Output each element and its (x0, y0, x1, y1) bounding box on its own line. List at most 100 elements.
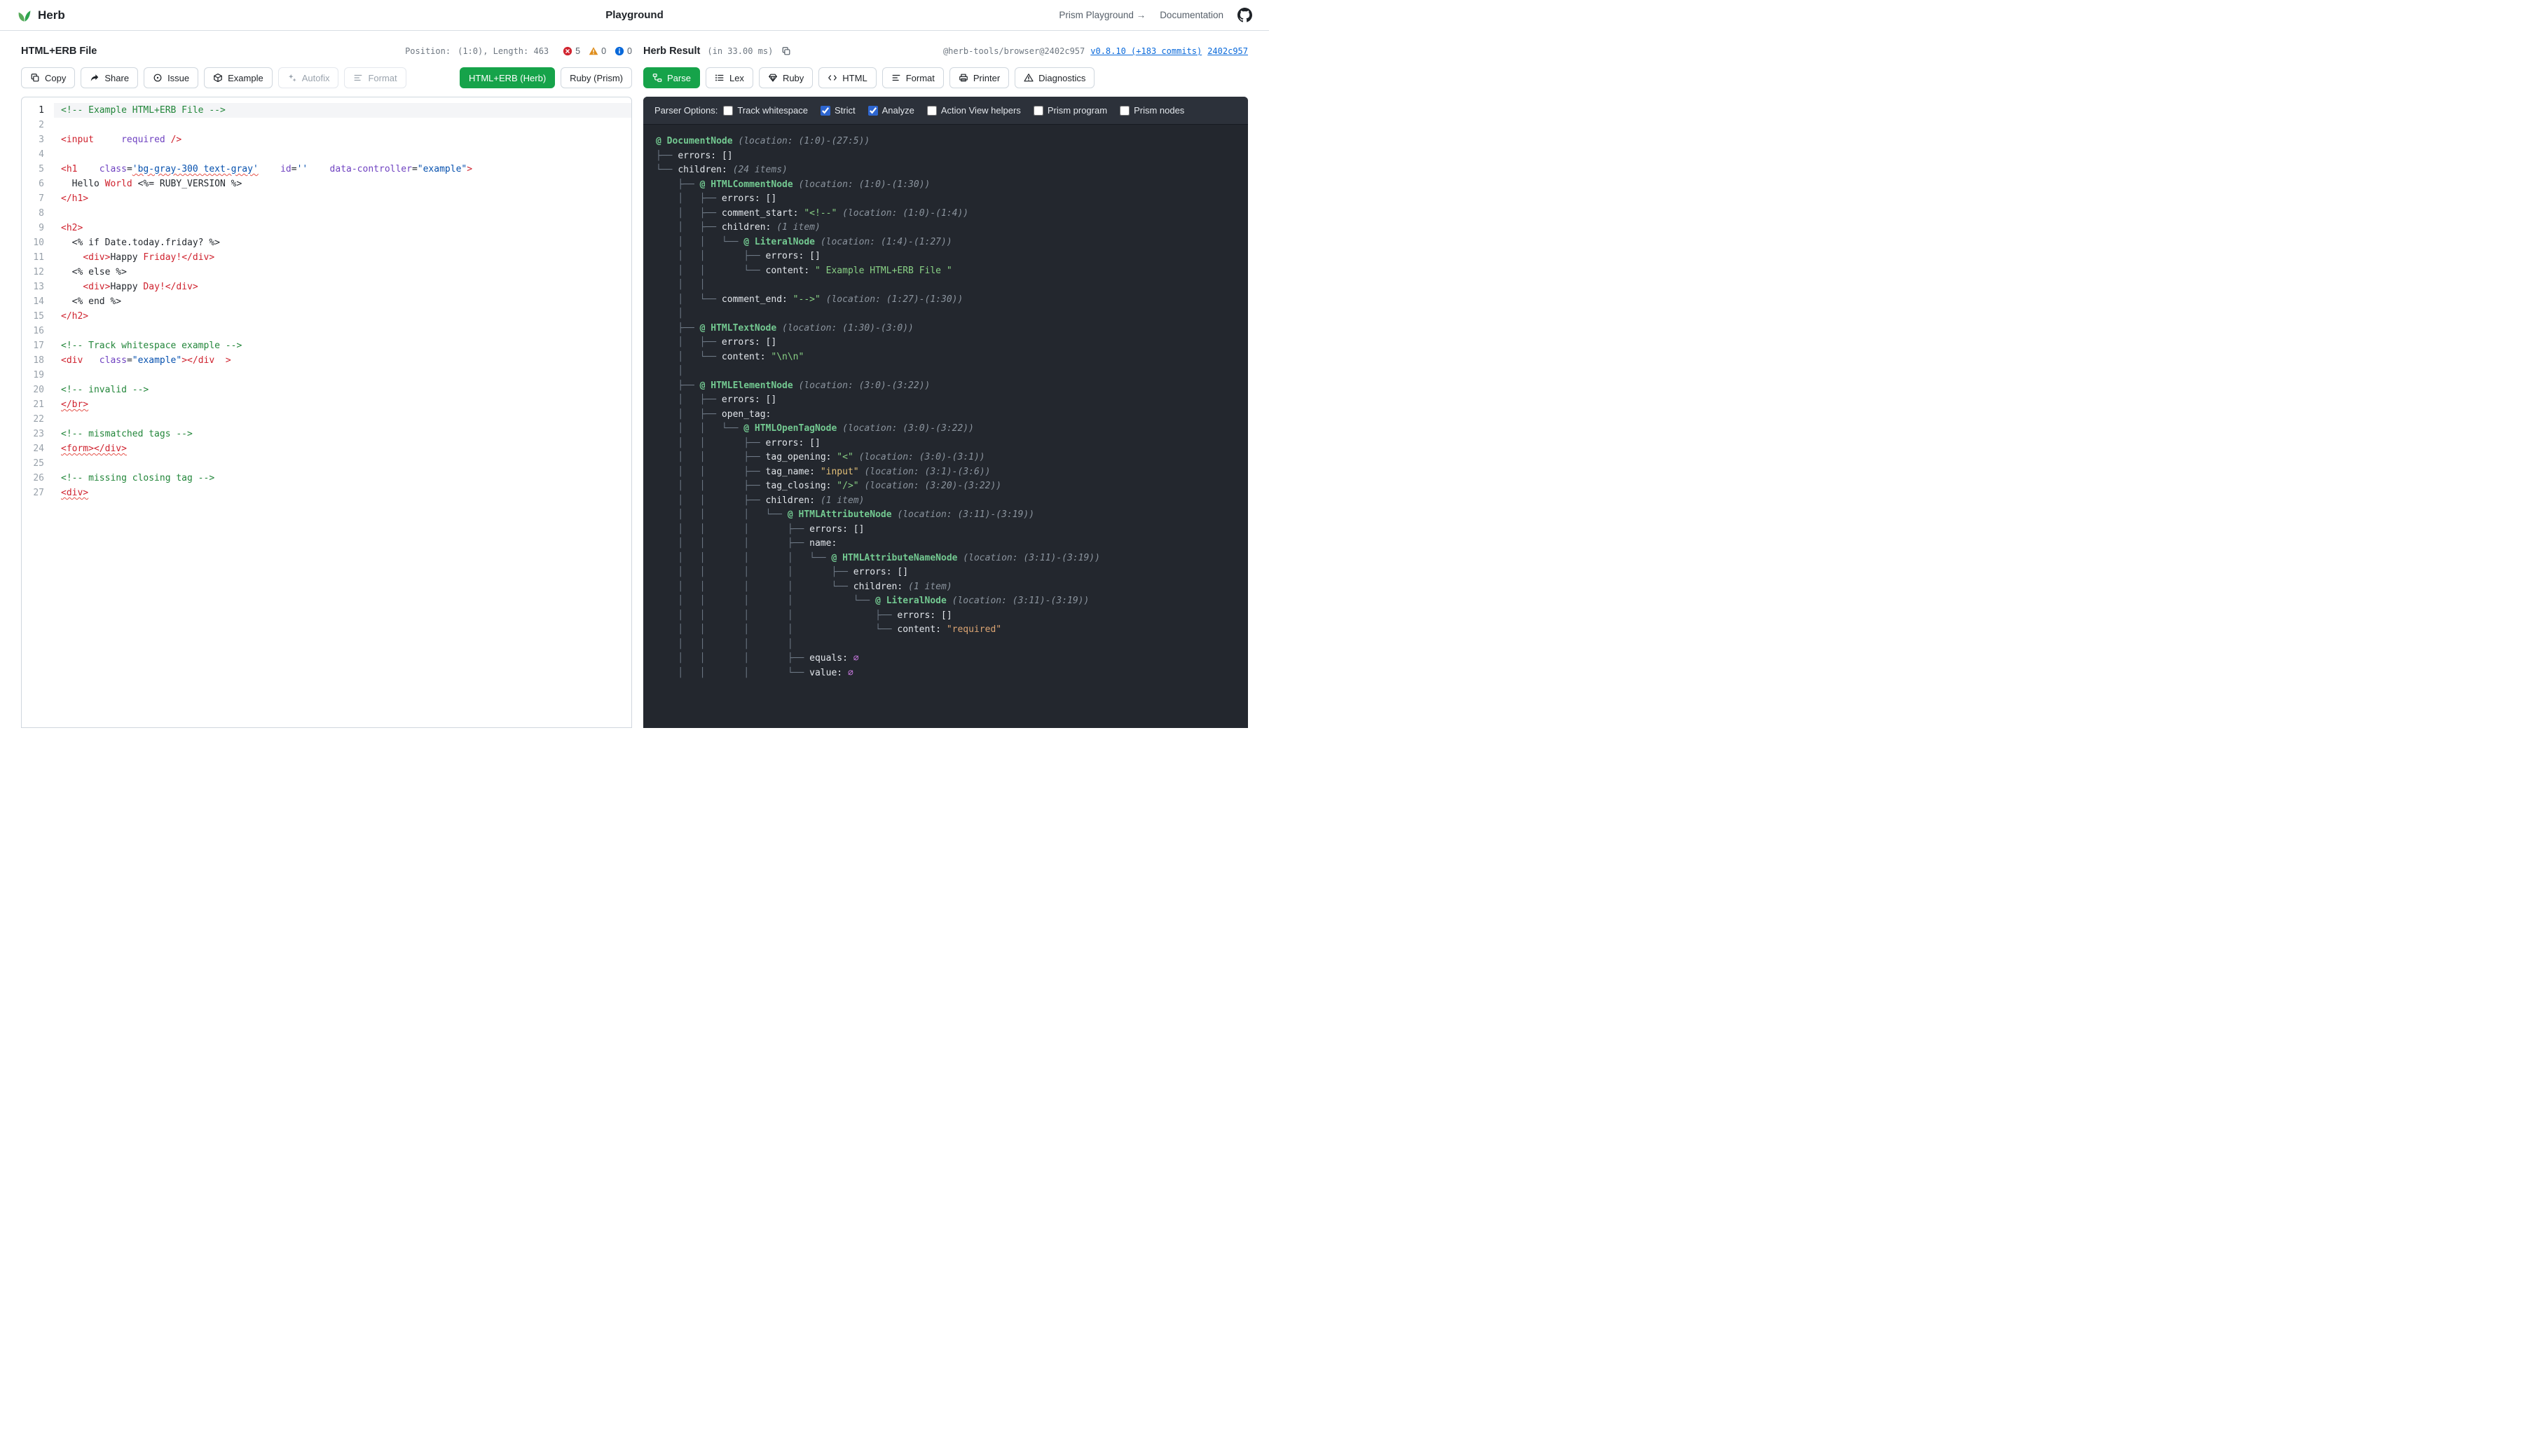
mode-html-erb-herb-button[interactable]: HTML+ERB (Herb) (460, 67, 555, 88)
code-line[interactable]: </br> (54, 397, 631, 412)
code-line[interactable]: <h1 class='bg-gray-300 text-gray' id='' … (54, 162, 631, 177)
tree-line: @ DocumentNode (location: (1:0)-(27:5)) (656, 135, 1235, 149)
parser-option-checkbox[interactable] (1034, 106, 1043, 116)
ruby-button[interactable]: Ruby (759, 67, 813, 88)
parser-option-strict[interactable]: Strict (821, 105, 856, 116)
code-line[interactable]: Hello World <%= RUBY_VERSION %> (54, 177, 631, 191)
parser-option-checkbox[interactable] (1120, 106, 1130, 116)
code-line[interactable] (54, 118, 631, 132)
tree-line: │ ├── comment_start: "<!--" (location: (… (656, 207, 1235, 221)
parse-button[interactable]: Parse (643, 67, 700, 88)
html-button[interactable]: HTML (818, 67, 876, 88)
parser-option-checkbox[interactable] (821, 106, 830, 116)
tree-line: │ └── content: "\n\n" (656, 350, 1235, 365)
code-line[interactable] (54, 206, 631, 221)
github-icon[interactable] (1237, 8, 1252, 22)
parser-option-checkbox[interactable] (723, 106, 733, 116)
tree-line: │ ├── errors: [] (656, 393, 1235, 408)
tree-line: └── children: (24 items) (656, 163, 1235, 178)
code-line[interactable]: </h2> (54, 309, 631, 324)
parser-option-analyze[interactable]: Analyze (868, 105, 914, 116)
package-version: @herb-tools/browser@2402c957 (943, 46, 1085, 56)
parser-option-checkbox[interactable] (927, 106, 937, 116)
line-number: 6 (22, 177, 54, 191)
result-toolbar: Parse Lex Ruby HTML Format Printer (643, 67, 1248, 88)
diagnostics-button[interactable]: Diagnostics (1015, 67, 1095, 88)
code-line[interactable] (54, 324, 631, 338)
issue-button[interactable]: Issue (144, 67, 198, 88)
tree-line: ├── @ HTMLTextNode (location: (1:30)-(3:… (656, 322, 1235, 336)
version-link[interactable]: v0.8.10 (+183 commits) (1090, 46, 1202, 56)
diagnostics-warning-icon (1024, 73, 1034, 83)
code-line[interactable]: <!-- mismatched tags --> (54, 427, 631, 441)
code-line[interactable] (54, 412, 631, 427)
result-output-panel: Parser Options: Track whitespace Strict An… (643, 97, 1248, 728)
nav-documentation-link[interactable]: Documentation (1160, 10, 1223, 20)
error-icon (563, 46, 572, 56)
tree-line: │ │ ├── tag_name: "input" (location: (3:… (656, 465, 1235, 480)
tree-line: │ ├── errors: [] (656, 336, 1235, 350)
printer-button[interactable]: Printer (949, 67, 1009, 88)
copy-result-button[interactable] (780, 45, 793, 57)
tree-line: │ │ │ │ (656, 638, 1235, 652)
lex-button[interactable]: Lex (706, 67, 753, 88)
share-button[interactable]: Share (81, 67, 138, 88)
code-line[interactable]: <!-- Example HTML+ERB File --> (54, 103, 631, 118)
code-editor[interactable]: 1234567891011121314151617181920212223242… (21, 97, 632, 728)
code-line[interactable]: <% else %> (54, 265, 631, 280)
parser-option-prism-nodes[interactable]: Prism nodes (1120, 105, 1184, 116)
parser-options-bar: Parser Options: Track whitespace Strict An… (643, 97, 1248, 125)
line-number: 21 (22, 397, 54, 412)
parser-options-label: Parser Options: (654, 105, 718, 116)
warning-count: 0 (601, 46, 606, 56)
parser-option-action-view-helpers[interactable]: Action View helpers (927, 105, 1021, 116)
parser-option-track-whitespace[interactable]: Track whitespace (723, 105, 808, 116)
code-line[interactable] (54, 456, 631, 471)
tree-line: │ │ │ ├── errors: [] (656, 523, 1235, 537)
code-line[interactable] (54, 368, 631, 383)
code-line[interactable]: <input required /> (54, 132, 631, 147)
code-line[interactable]: <div class="example"></div > (54, 353, 631, 368)
line-number: 19 (22, 368, 54, 383)
code-line[interactable] (54, 147, 631, 162)
code-line[interactable]: <h2> (54, 221, 631, 235)
copy-button[interactable]: Copy (21, 67, 75, 88)
code-line[interactable]: <div> (54, 486, 631, 500)
code-line[interactable]: <!-- Track whitespace example --> (54, 338, 631, 353)
line-number: 23 (22, 427, 54, 441)
code-line[interactable]: <!-- missing closing tag --> (54, 471, 631, 486)
ruby-button-label: Ruby (783, 73, 804, 83)
commit-link[interactable]: 2402c957 (1207, 46, 1248, 56)
tree-line: │ └── comment_end: "-->" (location: (1:2… (656, 293, 1235, 308)
line-number: 17 (22, 338, 54, 353)
tree-line: │ │ └── content: " Example HTML+ERB File… (656, 264, 1235, 279)
nav-prism-playground-link[interactable]: Prism Playground → (1059, 10, 1146, 20)
format-icon (353, 73, 363, 83)
autofix-button-label: Autofix (302, 73, 330, 83)
line-number: 24 (22, 441, 54, 456)
page-title: Playground (605, 9, 664, 21)
code-line[interactable]: <!-- invalid --> (54, 383, 631, 397)
tree-line: │ (656, 364, 1235, 379)
code-line[interactable]: <% if Date.today.friday? %> (54, 235, 631, 250)
example-button[interactable]: Example (204, 67, 273, 88)
editor-code[interactable]: <!-- Example HTML+ERB File --> <input req… (54, 97, 631, 727)
result-format-button[interactable]: Format (882, 67, 944, 88)
copy-button-label: Copy (45, 73, 66, 83)
parser-option-checkbox[interactable] (868, 106, 878, 116)
code-line[interactable]: <div>Happy Friday!</div> (54, 250, 631, 265)
result-panel-title: Herb Result (643, 46, 700, 57)
tree-line: │ │ │ │ └── @ HTMLAttributeNameNode (loc… (656, 551, 1235, 566)
mode-herb-label: HTML+ERB (Herb) (469, 73, 546, 83)
parser-option-prism-program[interactable]: Prism program (1034, 105, 1107, 116)
line-number: 22 (22, 412, 54, 427)
code-line[interactable]: <form></div> (54, 441, 631, 456)
tree-line: │ │ ├── tag_opening: "<" (location: (3:0… (656, 451, 1235, 465)
code-line[interactable]: </h1> (54, 191, 631, 206)
code-line[interactable]: <% end %> (54, 294, 631, 309)
result-format-button-label: Format (906, 73, 935, 83)
copy-icon (30, 73, 40, 83)
code-line[interactable]: <div>Happy Day!</div> (54, 280, 631, 294)
brand[interactable]: Herb (17, 8, 65, 23)
mode-ruby-prism-button[interactable]: Ruby (Prism) (561, 67, 632, 88)
